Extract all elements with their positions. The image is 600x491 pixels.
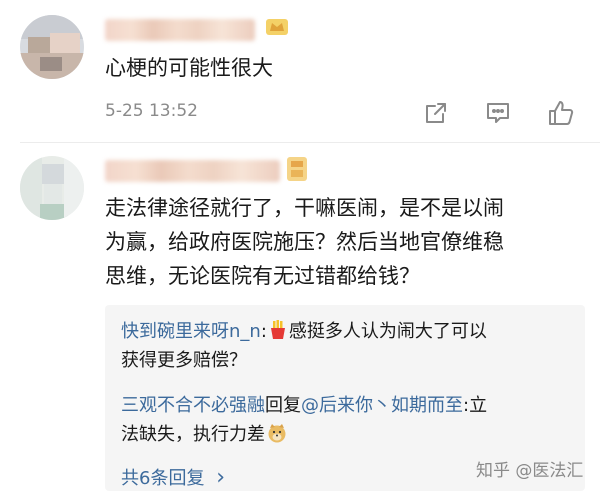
comment-timestamp: 5-25 13:52 xyxy=(105,101,198,121)
crown-badge-icon xyxy=(264,13,290,43)
more-replies-link[interactable]: 共6条回复 › xyxy=(121,464,225,490)
reply-verb: 回复 xyxy=(265,395,301,416)
reply-item: 快到碗里来呀n_n: 感挺多人认为闹大了可以 xyxy=(121,317,571,349)
reply-item-line: 法缺失，执行力差 xyxy=(121,420,289,452)
comment-text-line: 思维，无论医院有无过错都给钱？ xyxy=(105,264,420,288)
reply-author-link[interactable]: 快到碗里来呀n_n xyxy=(121,321,261,342)
reply-item: 三观不合不必强融回复@后来你丶如期而至:立 xyxy=(121,391,571,420)
avatar[interactable] xyxy=(20,15,84,79)
username-blurred[interactable] xyxy=(105,160,280,182)
avatar[interactable] xyxy=(20,156,84,220)
reply-text: 立 xyxy=(469,395,488,416)
medal-badge-icon xyxy=(284,155,310,187)
reply-text: 感挺多人认为闹大了可以 xyxy=(288,321,487,342)
reply-author-link[interactable]: 三观不合不必强融 xyxy=(121,395,265,416)
comment-text-line: 为赢，给政府医院施压？然后当地官僚维稳 xyxy=(105,230,504,254)
reply-text: 法缺失，执行力差 xyxy=(121,424,265,445)
comment-divider xyxy=(20,142,600,143)
share-icon[interactable] xyxy=(423,100,449,126)
like-icon[interactable] xyxy=(547,99,574,125)
reply-separator: : xyxy=(260,321,267,342)
comment-text-line: 走法律途径就行了，干嘛医闹，是不是以闹 xyxy=(105,196,504,220)
reply-text-line: 获得更多赔偿？ xyxy=(121,350,247,371)
watermark: 知乎 @医法汇 xyxy=(476,461,584,481)
fries-emoji xyxy=(269,320,287,349)
username-blurred[interactable] xyxy=(105,19,255,41)
doge-emoji xyxy=(267,423,287,452)
comment-icon[interactable] xyxy=(485,100,511,126)
reply-target-link[interactable]: @后来你丶如期而至 xyxy=(301,395,463,416)
comment-text: 心梗的可能性很大 xyxy=(105,56,273,80)
chevron-right-icon: › xyxy=(216,465,225,490)
